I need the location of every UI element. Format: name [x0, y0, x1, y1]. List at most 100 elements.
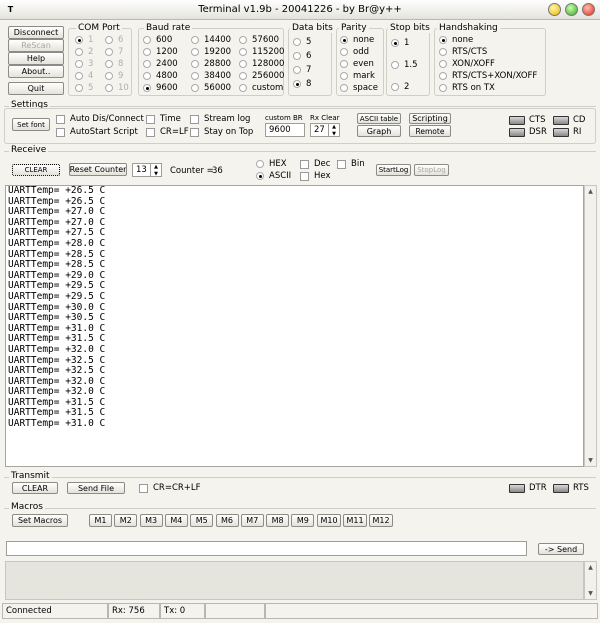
baud-rate-radio-28800[interactable]: 28800 — [191, 59, 231, 69]
stop-bits-radio-1[interactable]: 1.5 — [391, 60, 418, 70]
macro-button-m7[interactable]: M7 — [240, 514, 264, 527]
baud-rate-radio-4800[interactable]: 4800 — [143, 71, 178, 81]
macro-button-m6[interactable]: M6 — [215, 514, 239, 527]
disconnect-button[interactable]: Disconnect — [8, 26, 64, 39]
macro-button-m2[interactable]: M2 — [114, 514, 138, 527]
cr-cr-lf-checkbox[interactable]: CR=CR+LF — [139, 483, 201, 493]
baud-rate-radio-19200[interactable]: 19200 — [191, 47, 231, 57]
baud-rate-radio-38400[interactable]: 38400 — [191, 71, 231, 81]
handshaking-radio-1[interactable]: RTS/CTS — [439, 47, 487, 57]
com-port-radio-3[interactable]: 3 — [75, 59, 93, 69]
macro-button-m9[interactable]: M9 — [291, 514, 315, 527]
scroll-down-icon[interactable]: ▼ — [585, 455, 596, 466]
scroll-down-icon[interactable]: ▼ — [585, 588, 596, 599]
macro-button-m1[interactable]: M1 — [89, 514, 112, 527]
send-file-button[interactable]: Send File — [67, 482, 125, 494]
hex-radio[interactable]: HEX — [256, 159, 287, 169]
data-bits-radio-8[interactable]: 8 — [293, 79, 311, 89]
macro-button-m8[interactable]: M8 — [266, 514, 290, 527]
start-log-button[interactable]: StartLog — [376, 164, 411, 176]
handshaking-radio-4[interactable]: RTS on TX — [439, 83, 495, 93]
data-bits-radio-7[interactable]: 7 — [293, 65, 311, 75]
send-input[interactable] — [6, 541, 527, 556]
rx-clear-spinbox[interactable]: 27 ▲ ▼ — [310, 123, 340, 137]
handshaking-radio-0[interactable]: none — [439, 35, 473, 45]
stop-log-button[interactable]: StopLog — [414, 164, 449, 176]
data-bits-radio-6[interactable]: 6 — [293, 51, 311, 61]
rts-indicator[interactable]: RTS — [553, 483, 589, 493]
help-button[interactable]: Help — [8, 52, 64, 65]
scroll-up-icon[interactable]: ▲ — [585, 186, 596, 197]
spin-arrows-icon[interactable]: ▲ ▼ — [150, 164, 161, 177]
ascii-table-button[interactable]: ASCII table — [357, 113, 401, 124]
rescan-button[interactable]: ReScan — [8, 39, 64, 52]
reset-counter-button[interactable]: Reset Counter — [69, 163, 127, 176]
com-port-radio-5[interactable]: 5 — [75, 83, 93, 93]
parity-radio-space[interactable]: space — [340, 83, 378, 93]
close-button[interactable] — [582, 3, 595, 16]
com-port-radio-9[interactable]: 9 — [105, 71, 123, 81]
auto-dis-connect-checkbox[interactable]: Auto Dis/Connect — [56, 114, 144, 124]
com-port-radio-10[interactable]: 10 — [105, 83, 129, 93]
transmit-text-area[interactable] — [5, 561, 584, 600]
autostart-script-checkbox[interactable]: AutoStart Script — [56, 127, 138, 137]
receive-scrollbar[interactable]: ▲ ▼ — [584, 185, 597, 467]
baud-rate-radio-56000[interactable]: 56000 — [191, 83, 231, 93]
parity-radio-none[interactable]: none — [340, 35, 374, 45]
macro-button-m11[interactable]: M11 — [343, 514, 367, 527]
dtr-indicator[interactable]: DTR — [509, 483, 547, 493]
baud-rate-radio-1200[interactable]: 1200 — [143, 47, 178, 57]
scripting-button[interactable]: Scripting — [409, 113, 451, 124]
time-checkbox[interactable]: Time — [146, 114, 181, 124]
macro-button-m4[interactable]: M4 — [164, 514, 188, 527]
com-port-radio-6[interactable]: 6 — [105, 35, 123, 45]
custom-br-input[interactable]: 9600 — [265, 123, 305, 137]
about-button[interactable]: About.. — [8, 65, 64, 78]
baud-rate-radio-115200[interactable]: 115200 — [239, 47, 284, 57]
com-port-radio-7[interactable]: 7 — [105, 47, 123, 57]
spin-arrows-icon[interactable]: ▲ ▼ — [328, 124, 339, 137]
send-button[interactable]: -> Send — [538, 543, 584, 555]
baud-rate-radio-128000[interactable]: 128000 — [239, 59, 284, 69]
macro-button-m10[interactable]: M10 — [317, 514, 341, 527]
hex-checkbox[interactable]: Hex — [300, 171, 331, 181]
stop-bits-radio-2[interactable]: 2 — [391, 82, 409, 92]
baud-rate-radio-custom[interactable]: custom — [239, 83, 283, 93]
stream-log-checkbox[interactable]: Stream log — [190, 114, 250, 124]
set-font-button[interactable]: Set font — [12, 118, 50, 131]
baud-rate-radio-14400[interactable]: 14400 — [191, 35, 231, 45]
data-bits-radio-5[interactable]: 5 — [293, 37, 311, 47]
stay-on-top-checkbox[interactable]: Stay on Top — [190, 127, 253, 137]
dec-checkbox[interactable]: Dec — [300, 159, 330, 169]
handshaking-radio-3[interactable]: RTS/CTS+XON/XOFF — [439, 71, 537, 81]
remote-button[interactable]: Remote — [409, 125, 451, 137]
bin-checkbox[interactable]: Bin — [337, 159, 365, 169]
baud-rate-radio-600[interactable]: 600 — [143, 35, 172, 45]
maximize-button[interactable] — [565, 3, 578, 16]
baud-rate-radio-9600[interactable]: 9600 — [143, 83, 178, 93]
baud-rate-radio-2400[interactable]: 2400 — [143, 59, 178, 69]
minimize-button[interactable] — [548, 3, 561, 16]
transmit-scrollbar[interactable]: ▲ ▼ — [584, 561, 597, 600]
cr-lf-checkbox[interactable]: CR=LF — [146, 127, 189, 137]
macro-button-m3[interactable]: M3 — [139, 514, 163, 527]
com-port-radio-8[interactable]: 8 — [105, 59, 123, 69]
counter-spinbox[interactable]: 13 ▲ ▼ — [132, 163, 162, 177]
parity-radio-even[interactable]: even — [340, 59, 374, 69]
set-macros-button[interactable]: Set Macros — [12, 514, 68, 527]
ascii-radio[interactable]: ASCII — [256, 171, 291, 181]
quit-button[interactable]: Quit — [8, 82, 64, 95]
parity-radio-odd[interactable]: odd — [340, 47, 369, 57]
com-port-radio-2[interactable]: 2 — [75, 47, 93, 57]
parity-radio-mark[interactable]: mark — [340, 71, 375, 81]
macro-button-m12[interactable]: M12 — [369, 514, 393, 527]
com-port-radio-1[interactable]: 1 — [75, 35, 93, 45]
receive-text-area[interactable]: UARTTemp= +26.5 C UARTTemp= +26.5 C UARTTe… — [5, 185, 584, 467]
baud-rate-radio-256000[interactable]: 256000 — [239, 71, 284, 81]
receive-clear-button[interactable]: CLEAR — [12, 164, 60, 176]
baud-rate-radio-57600[interactable]: 57600 — [239, 35, 279, 45]
com-port-radio-4[interactable]: 4 — [75, 71, 93, 81]
transmit-clear-button[interactable]: CLEAR — [12, 482, 58, 494]
handshaking-radio-2[interactable]: XON/XOFF — [439, 59, 495, 69]
stop-bits-radio-0[interactable]: 1 — [391, 38, 409, 48]
